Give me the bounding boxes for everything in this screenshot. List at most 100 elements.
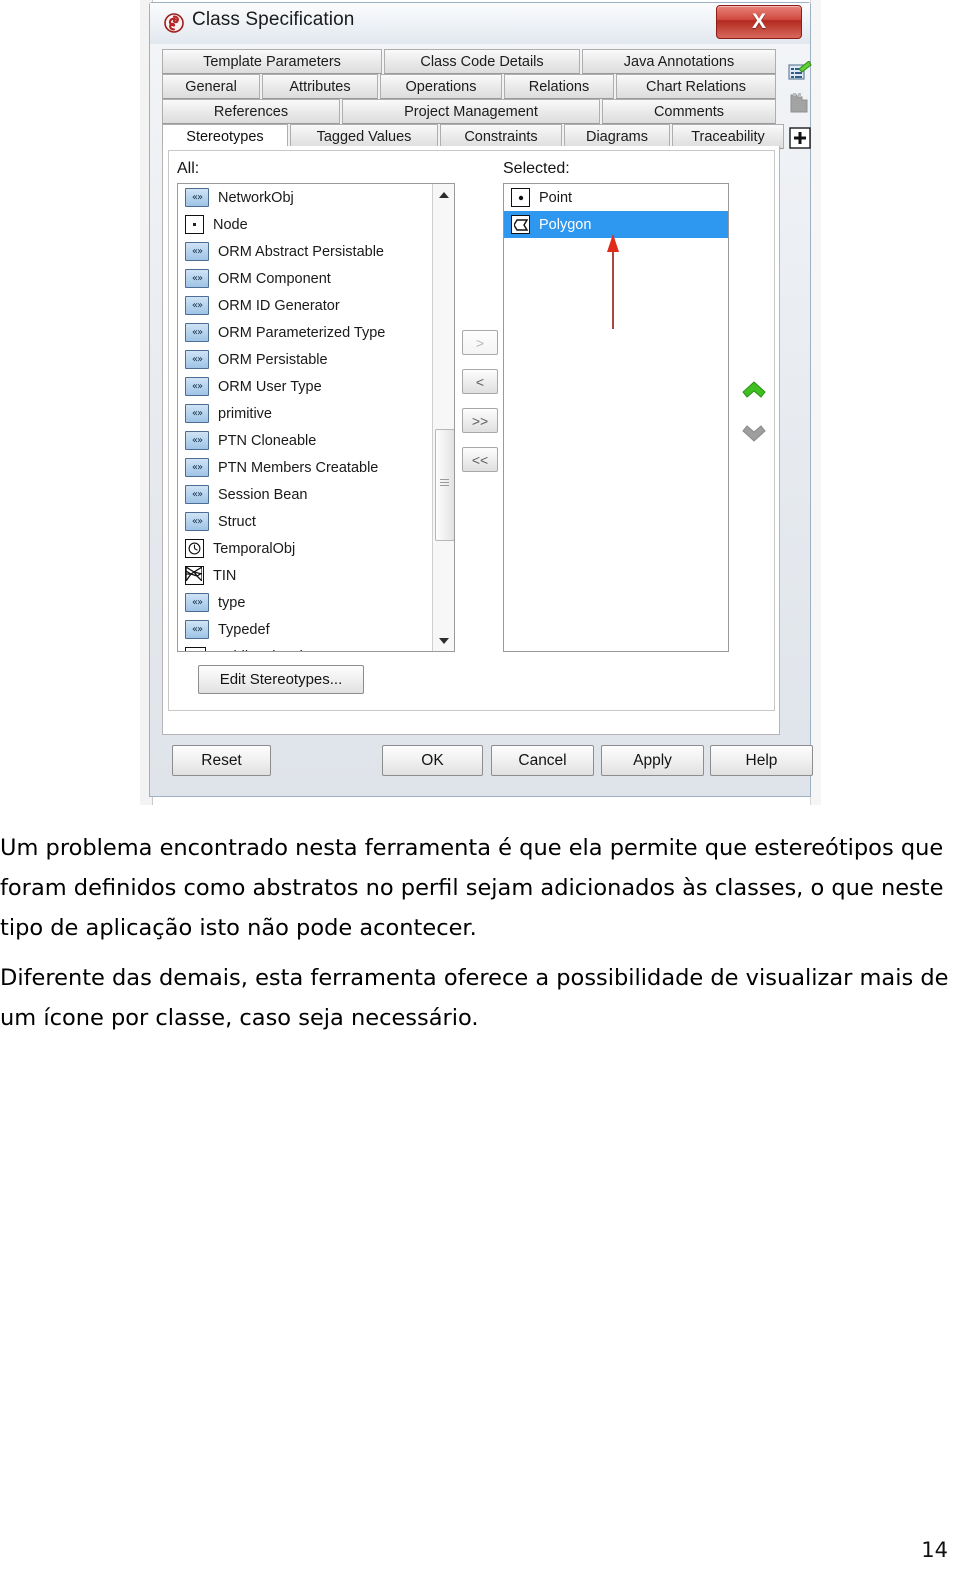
stereotype-icon: «» <box>185 296 209 315</box>
scroll-up-icon[interactable] <box>433 184 454 205</box>
ok-button[interactable]: OK <box>382 745 483 776</box>
list-item-label: primitive <box>218 405 272 422</box>
list-item[interactable]: «» ORM Abstract Persistable <box>178 238 432 265</box>
class-specification-window: Class Specification X Template Parameter… <box>149 2 813 797</box>
stereotype-icon: «» <box>185 620 209 639</box>
list-item[interactable]: «» primitive <box>178 400 432 427</box>
edit-stereotypes-button[interactable]: Edit Stereotypes... <box>198 665 364 694</box>
stereotype-icon: «» <box>185 242 209 261</box>
stereotype-icon: «» <box>185 458 209 477</box>
remove-all-button[interactable]: << <box>462 447 498 472</box>
all-list-scrollbar[interactable] <box>432 184 454 651</box>
list-item-label: ORM User Type <box>218 378 322 395</box>
grey-flag-icon[interactable] <box>788 91 812 120</box>
list-item-label: PTN Cloneable <box>218 432 317 449</box>
list-item[interactable]: «» Typedef <box>178 616 432 643</box>
tab-references[interactable]: References <box>162 99 340 124</box>
stereotype-icon: «» <box>185 188 209 207</box>
list-item-label: ORM Persistable <box>218 351 328 368</box>
tab-project-management[interactable]: Project Management <box>342 99 600 124</box>
plus-icon[interactable] <box>788 126 812 155</box>
triangulated-mesh-icon <box>185 566 204 585</box>
node-square-icon <box>185 215 204 234</box>
list-item[interactable]: «» ORM Component <box>178 265 432 292</box>
tab-comments[interactable]: Comments <box>602 99 776 124</box>
list-item-label: UnidirectionalArc <box>215 649 325 652</box>
move-up-chevron-icon[interactable] <box>741 379 767 401</box>
list-item-label: TIN <box>213 567 237 584</box>
list-item[interactable]: «» PTN Members Creatable <box>178 454 432 481</box>
list-item[interactable]: TemporalObj <box>178 535 432 562</box>
list-item[interactable]: «» ORM User Type <box>178 373 432 400</box>
all-stereotypes-listbox[interactable]: «» NetworkObj Node «» ORM Abstract Persistab… <box>177 183 455 652</box>
tab-operations[interactable]: Operations <box>380 74 502 99</box>
swirl-logo-icon <box>164 13 184 33</box>
stereotype-icon: «» <box>185 269 209 288</box>
list-item-label: TemporalObj <box>213 540 296 557</box>
tab-chart-relations[interactable]: Chart Relations <box>616 74 776 99</box>
list-item[interactable]: TIN <box>178 562 432 589</box>
list-item[interactable]: «» NetworkObj <box>178 184 432 211</box>
list-item-label: Point <box>539 189 573 206</box>
list-item-label: Polygon <box>539 216 592 233</box>
list-item-label: ORM Abstract Persistable <box>218 243 384 260</box>
title-bar: Class Specification X <box>150 3 810 44</box>
cancel-button[interactable]: Cancel <box>491 745 594 776</box>
list-item[interactable]: «» ORM Parameterized Type <box>178 319 432 346</box>
list-item[interactable]: Node <box>178 211 432 238</box>
tab-general[interactable]: General <box>162 74 260 99</box>
stereotype-icon: «» <box>185 377 209 396</box>
tab-class-code-details[interactable]: Class Code Details <box>384 49 580 74</box>
list-item[interactable]: «» ORM ID Generator <box>178 292 432 319</box>
paragraph-1-container: Um problema encontrado nesta ferramenta … <box>0 828 960 948</box>
close-button[interactable]: X <box>716 5 802 39</box>
add-one-button[interactable]: > <box>462 330 498 355</box>
scrollbar-grip-icon <box>440 479 449 488</box>
paragraph-1: Um problema encontrado nesta ferramenta … <box>0 835 944 941</box>
list-item-label: ORM Component <box>218 270 331 287</box>
list-item[interactable]: «» Session Bean <box>178 481 432 508</box>
tab-java-annotations[interactable]: Java Annotations <box>582 49 776 74</box>
stereotype-icon: «» <box>185 323 209 342</box>
list-item-label: type <box>218 594 246 611</box>
list-item-label: Node <box>213 216 248 233</box>
tab-relations[interactable]: Relations <box>504 74 614 99</box>
list-item[interactable]: Point <box>504 184 728 211</box>
list-item[interactable]: «» Struct <box>178 508 432 535</box>
tab-attributes[interactable]: Attributes <box>262 74 378 99</box>
all-list-label: All: <box>177 160 200 177</box>
scrollbar-thumb[interactable] <box>435 429 454 541</box>
point-icon <box>511 188 530 207</box>
list-item[interactable]: Polygon <box>504 211 728 238</box>
stereotype-icon: «» <box>185 512 209 531</box>
screenshot-figure: Class Specification X Template Parameter… <box>140 0 821 805</box>
list-item[interactable]: «» type <box>178 589 432 616</box>
tab-row-3: References Project Management Comments <box>162 99 780 124</box>
list-item-label: Session Bean <box>218 486 308 503</box>
list-item[interactable]: «» ORM Persistable <box>178 346 432 373</box>
stereotype-icon: «» <box>185 431 209 450</box>
scroll-down-icon[interactable] <box>433 630 454 651</box>
tab-template-parameters[interactable]: Template Parameters <box>162 49 382 74</box>
stereotype-icon: «» <box>185 485 209 504</box>
close-icon: X <box>751 10 766 33</box>
page-number: 14 <box>921 1538 948 1562</box>
list-item[interactable]: UnidirectionalArc <box>178 643 432 652</box>
dialog-button-row: Reset OK Cancel Apply Help <box>162 745 813 781</box>
move-down-chevron-icon[interactable] <box>741 422 767 444</box>
apply-button[interactable]: Apply <box>601 745 704 776</box>
help-button[interactable]: Help <box>710 745 813 776</box>
tab-row-1: Template Parameters Class Code Details Jav… <box>162 49 780 74</box>
clock-icon <box>185 539 204 558</box>
stereotypes-panel: All: Selected: «» NetworkObj Node «» ORM Abs… <box>162 146 780 735</box>
list-item[interactable]: «» PTN Cloneable <box>178 427 432 454</box>
add-all-button[interactable]: >> <box>462 408 498 433</box>
mini-toolbar <box>786 53 822 153</box>
list-with-green-arrow-icon[interactable] <box>788 60 812 88</box>
remove-one-button[interactable]: < <box>462 369 498 394</box>
window-title: Class Specification <box>192 9 355 30</box>
polygon-icon <box>511 215 530 234</box>
reset-button[interactable]: Reset <box>172 745 271 776</box>
selected-stereotypes-listbox[interactable]: Point Polygon <box>503 183 729 652</box>
paragraph-2-container: Diferente das demais, esta ferramenta of… <box>0 958 960 1038</box>
